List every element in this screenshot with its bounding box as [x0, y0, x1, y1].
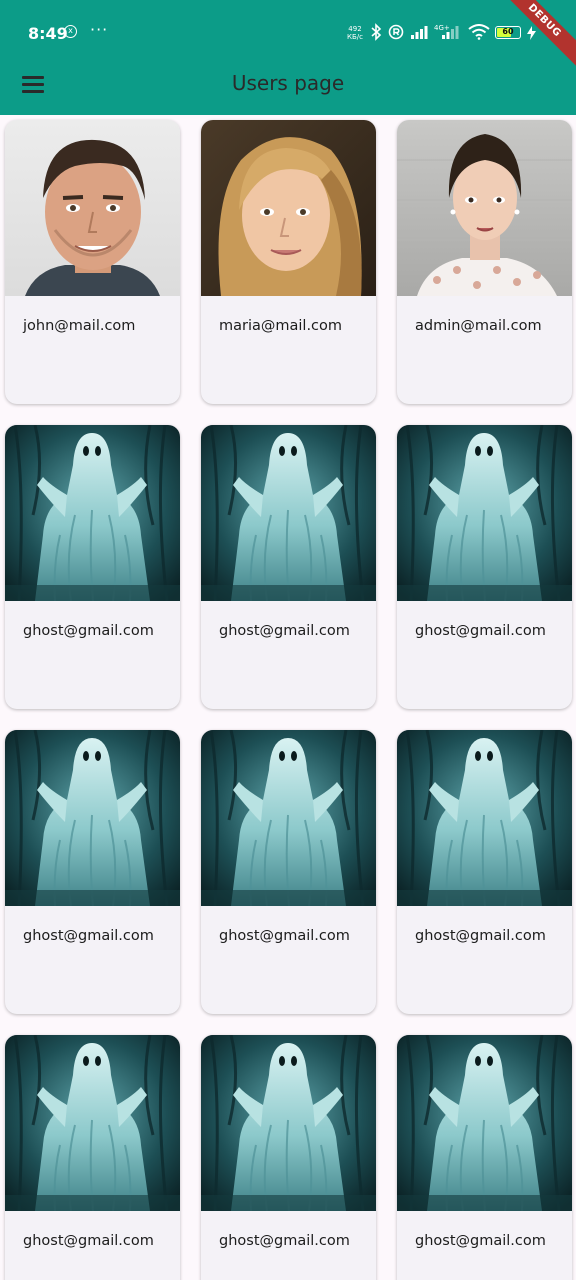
user-card[interactable]: john@mail.com	[5, 120, 180, 404]
user-card[interactable]: ghost@gmail.com	[5, 730, 180, 1014]
wifi-icon	[468, 24, 490, 40]
network-speed-unit: КБ/с	[347, 33, 363, 41]
user-photo	[5, 730, 180, 906]
users-grid: john@mail.com maria@mail.com admin@mail.…	[0, 115, 576, 1280]
status-bar: 8:49 x ··· 492 КБ/с 4G+ 60 DEBUG	[0, 0, 576, 77]
app-bar: Users page	[0, 62, 576, 115]
user-email: john@mail.com	[23, 318, 136, 334]
user-email: maria@mail.com	[219, 318, 343, 334]
user-card[interactable]: ghost@gmail.com	[397, 425, 572, 709]
user-card[interactable]: ghost@gmail.com	[201, 1035, 376, 1280]
battery-level: 60	[502, 27, 514, 36]
charging-icon	[527, 26, 536, 40]
user-email: ghost@gmail.com	[23, 928, 154, 944]
user-photo	[397, 425, 572, 601]
network-speed-value: 492	[348, 25, 362, 33]
user-card[interactable]: ghost@gmail.com	[397, 730, 572, 1014]
user-email: ghost@gmail.com	[415, 623, 546, 639]
user-photo	[201, 1035, 376, 1211]
user-email: ghost@gmail.com	[23, 1233, 154, 1249]
user-photo	[5, 120, 180, 296]
user-card[interactable]: ghost@gmail.com	[201, 730, 376, 1014]
user-email: ghost@gmail.com	[219, 928, 350, 944]
status-overflow: ···	[90, 20, 109, 39]
user-photo	[201, 730, 376, 906]
user-photo	[201, 120, 376, 296]
signal-icon	[411, 26, 428, 39]
user-photo	[397, 1035, 572, 1211]
user-email: ghost@gmail.com	[415, 928, 546, 944]
user-email: ghost@gmail.com	[219, 1233, 350, 1249]
page-title: Users page	[231, 71, 345, 95]
user-card[interactable]: ghost@gmail.com	[201, 425, 376, 709]
user-card[interactable]: ghost@gmail.com	[397, 1035, 572, 1280]
user-card[interactable]: admin@mail.com	[397, 120, 572, 404]
network-speed: 492 КБ/с	[347, 25, 363, 41]
user-card[interactable]: ghost@gmail.com	[5, 425, 180, 709]
signal-4g-icon: 4G+	[434, 24, 459, 39]
user-card[interactable]: ghost@gmail.com	[5, 1035, 180, 1280]
user-email: ghost@gmail.com	[219, 623, 350, 639]
user-email: ghost@gmail.com	[415, 1233, 546, 1249]
user-photo	[5, 1035, 180, 1211]
registered-icon	[388, 24, 404, 40]
svg-text:4G+: 4G+	[434, 24, 450, 32]
user-email: ghost@gmail.com	[23, 623, 154, 639]
x-circle-icon: x	[64, 25, 77, 38]
user-photo	[201, 425, 376, 601]
user-email: admin@mail.com	[415, 318, 542, 334]
user-photo	[5, 425, 180, 601]
status-time: 8:49	[28, 24, 68, 43]
header: 8:49 x ··· 492 КБ/с 4G+ 60 DEBUG Users p…	[0, 0, 576, 115]
bluetooth-icon	[371, 23, 382, 41]
battery-icon: 60	[495, 26, 521, 39]
user-photo	[397, 730, 572, 906]
user-photo	[397, 120, 572, 296]
user-card[interactable]: maria@mail.com	[201, 120, 376, 404]
